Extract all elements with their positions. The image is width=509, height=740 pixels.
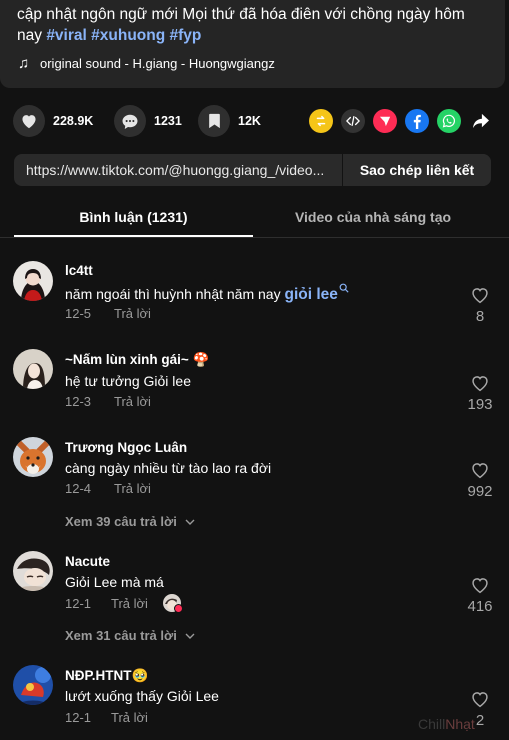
video-description: cập nhật ngôn ngữ mới Mọi thứ đã hóa điê…: [17, 4, 497, 46]
copy-link-button[interactable]: Sao chép liên kết: [342, 154, 491, 186]
reply-button[interactable]: Trả lời: [111, 596, 148, 611]
reply-button[interactable]: Trả lời: [114, 481, 151, 496]
view-replies-label: Xem 31 câu trả lời: [65, 628, 177, 643]
comment-text: năm ngoái thì huỳnh nhật năm nay giỏi le…: [65, 283, 349, 304]
comment-search-highlight[interactable]: giỏi lee: [284, 286, 337, 303]
comment-date: 12-4: [65, 481, 92, 496]
comment-like[interactable]: 193: [462, 374, 498, 413]
whatsapp-icon[interactable]: [437, 109, 461, 133]
search-icon[interactable]: [339, 283, 349, 293]
music-note-icon: ♫: [18, 54, 30, 72]
view-replies-label: Xem 39 câu trả lời: [65, 514, 177, 529]
save-stat[interactable]: 12K: [198, 105, 261, 137]
comment-author[interactable]: Trương Ngọc Luân: [65, 440, 187, 455]
comment-like[interactable]: 992: [462, 461, 498, 500]
comment-icon[interactable]: [114, 105, 146, 137]
creator-liked-heart-icon: [174, 604, 183, 613]
embed-icon[interactable]: [341, 109, 365, 133]
tab-creator-videos[interactable]: Video của nhà sáng tạo: [253, 198, 493, 237]
view-replies-button[interactable]: Xem 39 câu trả lời: [65, 514, 195, 529]
repost-icon[interactable]: [309, 109, 333, 133]
action-bar: 228.9K 1231 12K: [13, 105, 493, 137]
like-count: 8: [475, 308, 485, 325]
tab-bar: Bình luận (1231) Video của nhà sáng tạo: [0, 198, 509, 238]
like-count: 228.9K: [53, 114, 94, 128]
like-stat[interactable]: 228.9K: [13, 105, 93, 137]
comment-like[interactable]: 8: [462, 286, 498, 325]
chevron-down-icon: [185, 519, 195, 525]
comment-text: Giỏi Lee mà má: [65, 574, 164, 590]
comment-author[interactable]: lc4tt: [65, 263, 93, 278]
facebook-icon[interactable]: [405, 109, 429, 133]
description-text: cập nhật ngôn ngữ mới Mọi thứ đã hóa điê…: [17, 6, 465, 23]
heart-outline-icon[interactable]: [470, 461, 490, 479]
comment-date: 12-1: [65, 596, 92, 611]
heart-outline-icon[interactable]: [470, 374, 490, 392]
comment-author[interactable]: Nacute: [65, 554, 110, 569]
hashtag-viral[interactable]: #viral: [46, 27, 87, 44]
heart-outline-icon[interactable]: [470, 286, 490, 304]
tab-comments[interactable]: Bình luận (1231): [14, 198, 253, 237]
comment-stat[interactable]: 1231: [114, 105, 182, 137]
like-count: 193: [467, 396, 493, 413]
like-count: 416: [467, 598, 493, 615]
comment-date: 12-3: [65, 394, 92, 409]
avatar[interactable]: [13, 349, 53, 389]
like-count: 992: [467, 483, 493, 500]
video-url-field[interactable]: https://www.tiktok.com/@huongg.giang_/vi…: [26, 154, 344, 186]
avatar[interactable]: [13, 551, 53, 591]
avatar[interactable]: [13, 665, 53, 705]
reply-button[interactable]: Trả lời: [111, 710, 148, 725]
comment-author[interactable]: NĐP.HTNT🥹: [65, 668, 148, 684]
comment-text: hệ tư tưởng Giỏi lee: [65, 373, 191, 389]
description-text-cont: nay: [17, 27, 47, 44]
chevron-down-icon: [185, 633, 195, 639]
comment-text: lướt xuống thấy Giỏi Lee: [65, 688, 219, 704]
music-link[interactable]: ♫ original sound - H.giang - Huongwgiang…: [18, 53, 275, 73]
video-description-card: cập nhật ngôn ngữ mới Mọi thứ đã hóa điê…: [0, 0, 505, 88]
comment-date: 12-1: [65, 710, 92, 725]
hashtag-fyp[interactable]: #fyp: [170, 27, 202, 44]
reply-button[interactable]: Trả lời: [114, 306, 151, 321]
send-icon[interactable]: [373, 109, 397, 133]
avatar[interactable]: [13, 261, 53, 301]
music-title: original sound - H.giang - Huongwgiangz: [40, 55, 275, 71]
comment-count: 1231: [154, 114, 182, 128]
comment-like[interactable]: 416: [462, 576, 498, 615]
heart-icon[interactable]: [13, 105, 45, 137]
share-arrow-icon[interactable]: [469, 109, 493, 133]
heart-outline-icon[interactable]: [470, 576, 490, 594]
video-link-box: https://www.tiktok.com/@huongg.giang_/vi…: [14, 154, 491, 186]
view-replies-button[interactable]: Xem 31 câu trả lời: [65, 628, 195, 643]
hashtag-xuhuong[interactable]: #xuhuong: [91, 27, 165, 44]
watermark-part1: Chill: [418, 716, 446, 732]
reply-button[interactable]: Trả lời: [114, 394, 151, 409]
watermark-logo: ChillNhạt: [418, 716, 475, 732]
comment-date: 12-5: [65, 306, 92, 321]
comment-text-prefix: năm ngoái thì huỳnh nhật năm nay: [65, 286, 285, 302]
comment-author[interactable]: ~Nấm lùn xinh gái~ 🍄: [65, 352, 209, 368]
avatar[interactable]: [13, 437, 53, 477]
bookmark-icon[interactable]: [198, 105, 230, 137]
watermark-part2: Nhạt: [445, 716, 475, 732]
comment-text: càng ngày nhiều từ tào lao ra đời: [65, 460, 272, 476]
heart-outline-icon[interactable]: [470, 690, 490, 708]
save-count: 12K: [238, 114, 261, 128]
